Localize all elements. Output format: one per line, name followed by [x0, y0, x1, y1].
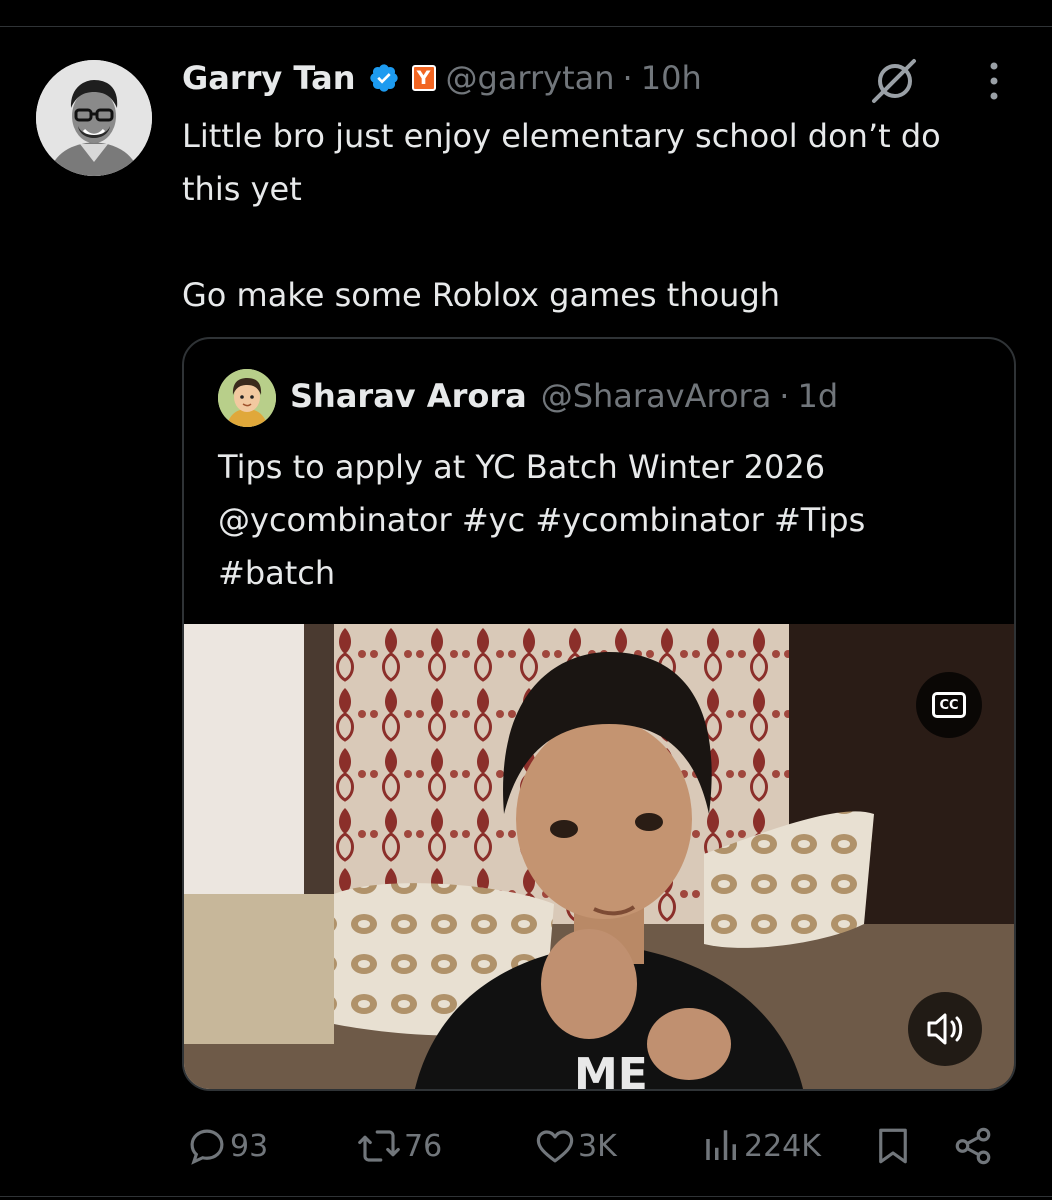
reply-count: 93 — [230, 1128, 269, 1164]
bookmark-icon — [879, 1128, 907, 1164]
header-separator: · — [622, 59, 633, 97]
views-chart-icon — [706, 1130, 736, 1160]
repost-count: 76 — [404, 1128, 443, 1164]
share-button[interactable] — [952, 1118, 994, 1174]
quoted-tweet[interactable]: Sharav Arora @SharavArora · 1d Tips to a… — [182, 337, 1016, 1091]
tweet-action-bar: 93 76 3K 224K — [0, 1118, 1052, 1174]
quoted-author-handle[interactable]: @SharavArora — [541, 377, 772, 415]
author-name[interactable]: Garry Tan — [182, 59, 356, 97]
bookmark-button[interactable] — [874, 1118, 912, 1174]
verified-badge-icon[interactable] — [368, 62, 400, 94]
views-button[interactable]: 224K — [702, 1118, 821, 1174]
like-button[interactable]: 3K — [534, 1118, 617, 1174]
volume-button[interactable] — [908, 992, 982, 1066]
tweet-timestamp[interactable]: 10h — [641, 59, 702, 97]
quoted-header-separator: · — [779, 377, 790, 415]
repost-button[interactable]: 76 — [356, 1118, 442, 1174]
like-count: 3K — [578, 1128, 617, 1164]
author-avatar[interactable] — [36, 60, 152, 176]
share-icon — [955, 1127, 991, 1165]
video-frame: ME — [184, 624, 1014, 1091]
tweet-text: Little bro just enjoy elementary school … — [182, 117, 941, 314]
volume-icon — [927, 1013, 963, 1045]
heart-icon — [536, 1130, 574, 1163]
tweet-header: Garry Tan Y @garrytan · 10h — [182, 56, 702, 100]
repost-icon — [358, 1130, 400, 1162]
reply-icon — [190, 1129, 224, 1165]
grok-icon[interactable] — [868, 56, 920, 106]
quoted-tweet-text: Tips to apply at YC Batch Winter 2026 @y… — [218, 448, 866, 592]
bottom-divider — [0, 1196, 1052, 1197]
quoted-tweet-timestamp[interactable]: 1d — [797, 377, 838, 415]
video-player[interactable]: ME CC — [184, 624, 1014, 1091]
yc-affiliate-badge[interactable]: Y — [411, 65, 436, 91]
quoted-tweet-header: Sharav Arora @SharavArora · 1d — [290, 377, 838, 415]
closed-captions-icon: CC — [932, 692, 966, 718]
author-handle[interactable]: @garrytan — [446, 59, 615, 97]
more-vertical-icon[interactable] — [984, 60, 1004, 102]
quoted-author-avatar[interactable] — [218, 369, 276, 427]
views-count: 224K — [744, 1128, 821, 1164]
top-divider — [0, 26, 1052, 27]
closed-captions-button[interactable]: CC — [916, 672, 982, 738]
quoted-author-name[interactable]: Sharav Arora — [290, 377, 527, 415]
shirt-print-text: ME — [574, 1049, 648, 1091]
reply-button[interactable]: 93 — [186, 1118, 268, 1174]
